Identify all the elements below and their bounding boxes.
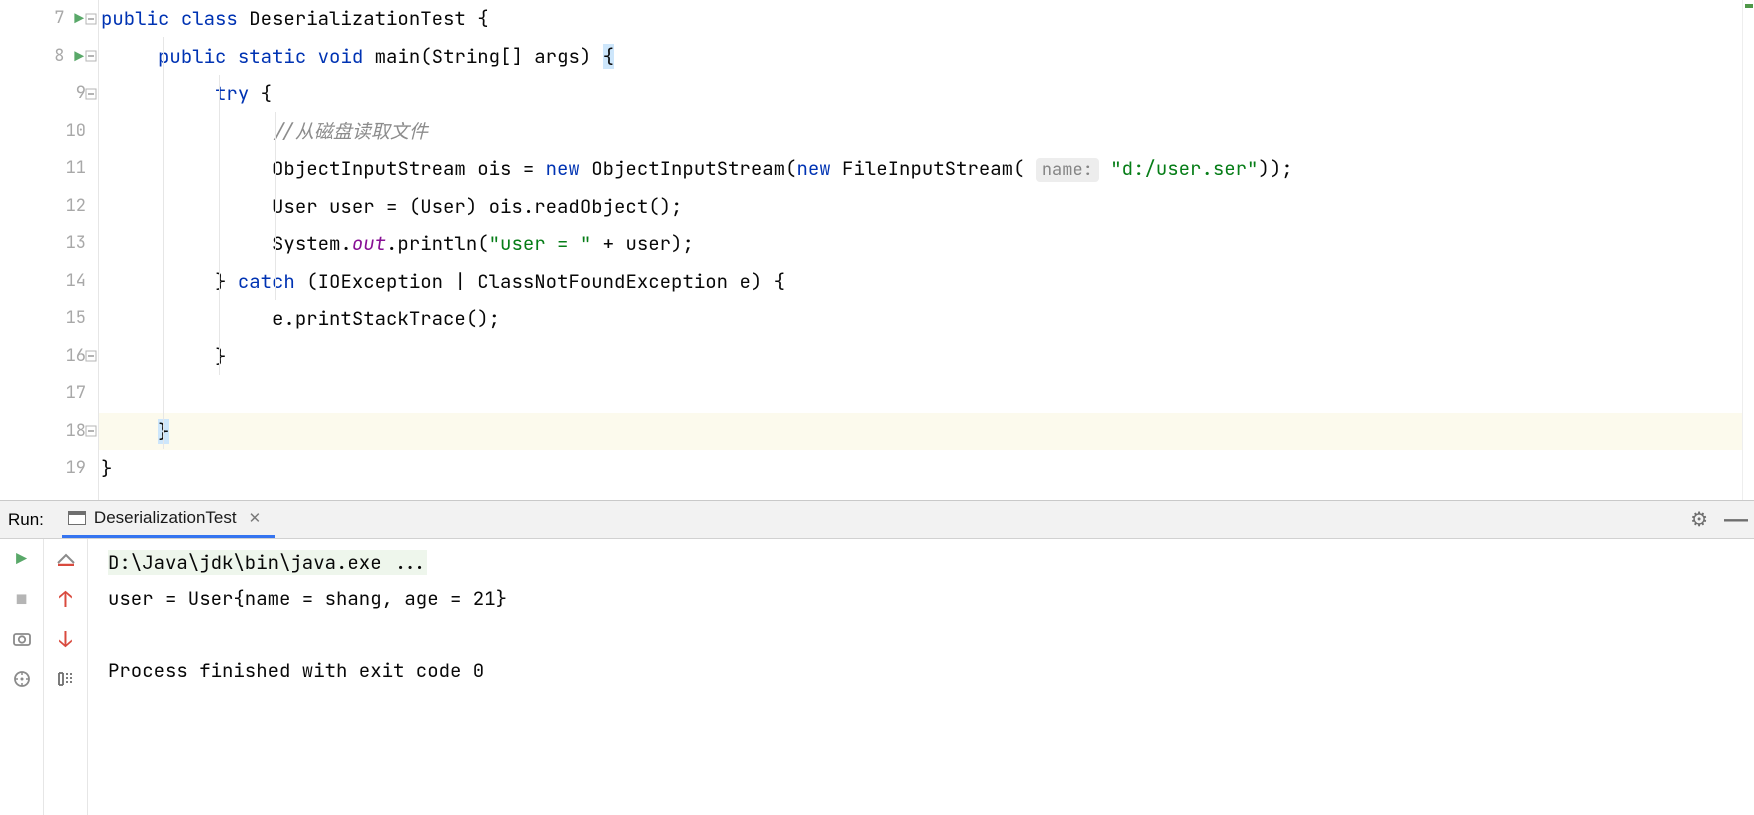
gear-icon[interactable]: ⚙ <box>1680 507 1718 532</box>
brace: { <box>261 81 272 106</box>
line-number: 18 <box>58 413 86 451</box>
run-gutter-icon[interactable]: ▶ <box>74 0 84 38</box>
line-number: 12 <box>58 188 86 226</box>
run-toolbar-left: ▶ ■ <box>0 539 44 815</box>
field: out <box>352 231 386 256</box>
scroll-to-end-icon[interactable] <box>56 549 76 569</box>
code: ObjectInputStream( <box>580 156 797 181</box>
run-tab-title: DeserializationTest <box>94 508 237 528</box>
console-output[interactable]: D:\Java\jdk\bin\java.exe ... user = User… <box>88 539 1754 815</box>
string: "d:/user.ser" <box>1110 156 1258 181</box>
code: ObjectInputStream ois = <box>272 156 546 181</box>
kw: public <box>101 6 169 31</box>
code: System. <box>272 231 352 256</box>
code: + user); <box>591 231 694 256</box>
kw: class <box>181 6 238 31</box>
code-text[interactable]: public class DeserializationTest { publi… <box>98 0 1742 500</box>
fold-icon[interactable] <box>85 13 97 25</box>
console-line: user = User{name = shang, age = 21} <box>108 586 507 611</box>
run-label: Run: <box>8 510 44 530</box>
application-icon <box>68 511 86 525</box>
line-number: 13 <box>58 225 86 263</box>
kw: void <box>318 44 364 69</box>
line-number: 8 <box>36 38 64 76</box>
rerun-icon[interactable]: ▶ <box>12 549 32 569</box>
kw: try <box>215 81 249 106</box>
method-name: main <box>375 44 421 69</box>
kw: new <box>546 156 580 181</box>
brace: { <box>477 6 488 31</box>
up-arrow-icon[interactable]: ↑ <box>56 589 76 609</box>
exit-icon[interactable] <box>12 669 32 689</box>
console-command: D:\Java\jdk\bin\java.exe ... <box>108 550 427 575</box>
kw: static <box>238 44 306 69</box>
code: )); <box>1258 156 1292 181</box>
params: (String[] args) <box>420 44 602 69</box>
code: FileInputStream( <box>831 156 1036 181</box>
run-gutter-icon[interactable]: ▶ <box>74 38 84 76</box>
kw: new <box>796 156 830 181</box>
ok-marker-icon <box>1745 4 1753 8</box>
line-number: 14 <box>58 263 86 301</box>
run-header: Run: DeserializationTest ✕ ⚙ — <box>0 501 1754 539</box>
param-hint: name: <box>1036 158 1099 182</box>
hide-icon[interactable]: — <box>1718 506 1754 534</box>
class-name: DeserializationTest <box>249 6 466 31</box>
editor-gutter: 7 ▶ 8 ▶ 9 10 11 12 13 14 15 16 17 18 19 <box>0 0 98 500</box>
run-toolbar-right: ↑ ↓ <box>44 539 88 815</box>
stop-icon[interactable]: ■ <box>12 589 32 609</box>
line-number: 17 <box>58 375 86 413</box>
line-number: 7 <box>36 0 64 38</box>
run-tab[interactable]: DeserializationTest ✕ <box>62 501 275 538</box>
string: "user = " <box>489 231 592 256</box>
code: User user = (User) ois.readObject(); <box>272 194 682 219</box>
kw: public <box>158 44 226 69</box>
console-line: Process finished with exit code 0 <box>108 658 484 683</box>
fold-icon[interactable] <box>85 88 97 100</box>
code-editor[interactable]: 7 ▶ 8 ▶ 9 10 11 12 13 14 15 16 17 18 19 pu… <box>0 0 1754 500</box>
marker-stripe[interactable] <box>1742 0 1754 500</box>
code: (IOException | ClassNotFoundException e)… <box>295 269 785 294</box>
code <box>1099 156 1110 181</box>
line-number: 9 <box>58 75 86 113</box>
dump-threads-icon[interactable] <box>12 629 32 649</box>
code: .println( <box>386 231 489 256</box>
soft-wrap-icon[interactable] <box>56 669 76 689</box>
fold-icon[interactable] <box>85 425 97 437</box>
line-number: 15 <box>58 300 86 338</box>
line-number: 11 <box>58 150 86 188</box>
line-number: 16 <box>58 338 86 376</box>
fold-icon[interactable] <box>85 350 97 362</box>
line-number: 19 <box>58 450 86 488</box>
fold-icon[interactable] <box>85 50 97 62</box>
down-arrow-icon[interactable]: ↓ <box>56 629 76 649</box>
close-icon[interactable]: ✕ <box>245 509 266 527</box>
brace-matched: { <box>603 44 614 69</box>
line-number: 10 <box>58 113 86 151</box>
kw: catch <box>238 269 295 294</box>
code: e.printStackTrace(); <box>272 306 500 331</box>
brace: } <box>215 344 226 369</box>
run-body: ▶ ■ ↑ ↓ D:\Java\jdk\bin\java.exe ... use… <box>0 539 1754 815</box>
run-tool-window: Run: DeserializationTest ✕ ⚙ — ▶ ■ ↑ ↓ D… <box>0 500 1754 815</box>
brace: } <box>101 456 112 481</box>
comment: //从磁盘读取文件 <box>272 119 428 144</box>
